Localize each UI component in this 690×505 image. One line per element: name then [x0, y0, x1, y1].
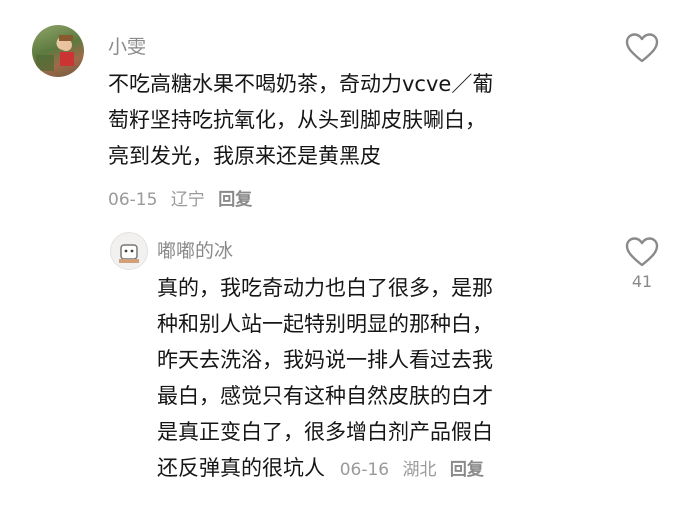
- comment-line: 不吃高糖水果不喝奶茶，奇动力vcve／葡: [108, 72, 494, 96]
- heart-outline-icon: [625, 237, 659, 267]
- comment-meta: 06-15 辽宁 回复: [108, 185, 260, 210]
- comment-line: 萄籽坚持吃抗氧化，从头到脚皮肤唰白，: [108, 108, 486, 132]
- comment-date: 06-15: [108, 190, 158, 210]
- comment-line: 真的，我吃奇动力也白了很多，是那: [157, 276, 493, 300]
- avatar[interactable]: [32, 25, 84, 77]
- comment-meta: 06-16 湖北 回复: [340, 460, 492, 480]
- like-count: 41: [631, 272, 653, 291]
- comment-text: 不吃高糖水果不喝奶茶，奇动力vcve／葡 萄籽坚持吃抗氧化，从头到脚皮肤唰白， …: [108, 66, 493, 174]
- comment-line-last: 还反弹真的很坑人 06-16 湖北 回复: [157, 450, 493, 488]
- comment-location: 湖北: [402, 460, 437, 480]
- username[interactable]: 嘟嘟的冰: [157, 236, 233, 263]
- comment-line: 是真正变白了，很多增白剂产品假白: [157, 420, 493, 444]
- comment-text: 真的，我吃奇动力也白了很多，是那 种和别人站一起特别明显的那种白， 昨天去洗浴，…: [157, 270, 493, 488]
- like-button[interactable]: 41: [622, 236, 662, 291]
- comment-location: 辽宁: [170, 190, 205, 210]
- like-button[interactable]: [622, 32, 662, 68]
- reply-button[interactable]: 回复: [450, 460, 484, 480]
- comment-line: 种和别人站一起特别明显的那种白，: [157, 312, 493, 336]
- heart-outline-icon: [625, 33, 659, 63]
- username[interactable]: 小雯: [108, 32, 146, 59]
- comment-line: 最白，感觉只有这种自然皮肤的白才: [157, 384, 493, 408]
- comment-line: 昨天去洗浴，我妈说一排人看过去我: [157, 348, 493, 372]
- comment-line: 亮到发光，我原来还是黄黑皮: [108, 144, 381, 168]
- reply-button[interactable]: 回复: [218, 190, 252, 210]
- comment-line: 还反弹真的很坑人: [157, 456, 325, 480]
- comment-date: 06-16: [339, 460, 390, 480]
- avatar[interactable]: [110, 232, 148, 270]
